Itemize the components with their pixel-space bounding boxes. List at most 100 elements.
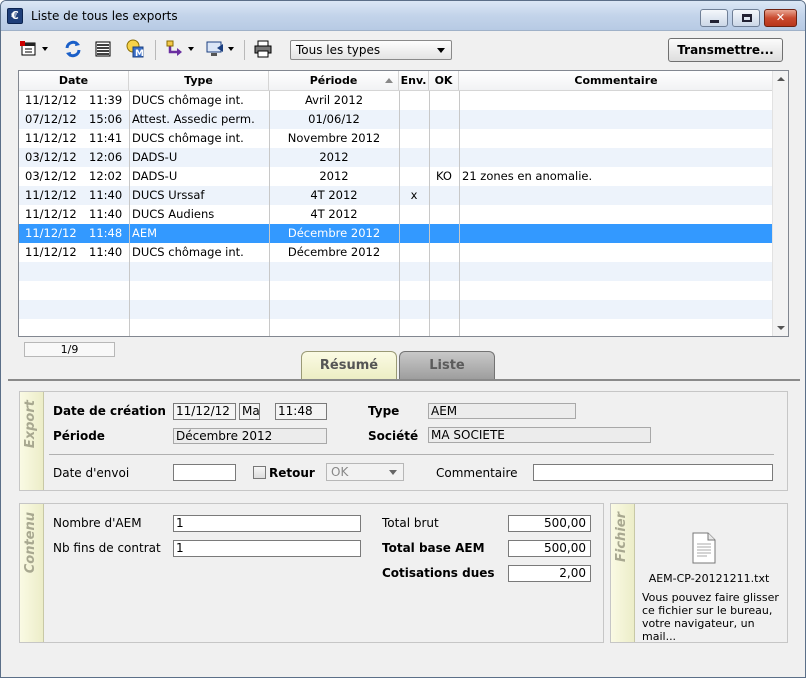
type-label: Type: [368, 404, 400, 418]
contributions-field: 2,00: [508, 565, 591, 582]
cell-ok: [429, 224, 459, 243]
transmit-button[interactable]: Transmettre...: [668, 38, 783, 62]
tab-list[interactable]: Liste: [399, 351, 495, 379]
return-checkbox[interactable]: [253, 466, 266, 479]
column-header-period[interactable]: Période: [269, 71, 399, 91]
cell-time: 11:40: [89, 188, 123, 202]
export-list-window: € Liste de tous les exports ✕ M Tous les…: [0, 0, 806, 678]
cell-env: [399, 110, 429, 129]
table-row[interactable]: 07/12/12 15:06 Attest. Assedic perm. 01/06/…: [19, 110, 773, 129]
monitor-icon: [206, 41, 223, 56]
badge-m-button[interactable]: M: [123, 37, 147, 61]
cell-comment: [462, 91, 772, 110]
cell-ok: [429, 148, 459, 167]
cell-time: 11:48: [89, 226, 123, 240]
column-header-type[interactable]: Type: [129, 71, 269, 91]
table-row[interactable]: 11/12/12 11:39 DUCS chômage int. Avril 2012: [19, 91, 773, 110]
comment-input[interactable]: [533, 464, 773, 481]
column-header-date[interactable]: Date: [19, 71, 129, 91]
table-row[interactable]: 11/12/12 11:40 DUCS Urssaf 4T 2012 x: [19, 186, 773, 205]
column-header-sent[interactable]: Env.: [399, 71, 429, 91]
cell-env: [399, 148, 429, 167]
list-view-button[interactable]: [91, 37, 115, 61]
close-icon: ✕: [775, 11, 786, 24]
period-field: Décembre 2012: [173, 428, 327, 444]
drag-hint: Vous pouvez faire glisser ce fichier sur…: [642, 591, 779, 643]
export-wizard-button[interactable]: [17, 37, 48, 61]
gross-total-label: Total brut: [382, 516, 439, 530]
cell-ok: [429, 110, 459, 129]
table-row: [19, 262, 773, 281]
cell-type: DUCS Urssaf: [132, 188, 205, 202]
table-row: [19, 319, 773, 336]
cell-env: [399, 243, 429, 262]
vertical-scrollbar[interactable]: [772, 71, 788, 336]
cell-comment: [462, 243, 772, 262]
aem-count-label: Nombre d'AEM: [53, 516, 142, 530]
cell-env: x: [410, 188, 418, 202]
scroll-down-icon[interactable]: [777, 326, 785, 330]
cell-period: 4T 2012: [310, 188, 358, 202]
table-row: [19, 281, 773, 300]
minimize-button[interactable]: [700, 9, 728, 27]
cell-period: 2012: [319, 150, 349, 164]
period-label: Période: [53, 429, 105, 443]
file-name[interactable]: AEM-CP-20121211.txt: [644, 572, 774, 585]
cell-ok: [429, 91, 459, 110]
cell-type: Attest. Assedic perm.: [132, 112, 255, 126]
cell-type: DADS-U: [132, 169, 178, 183]
creation-time-field: 11:48: [275, 403, 327, 420]
cell-ok: [429, 129, 459, 148]
refresh-icon: [65, 40, 81, 58]
gross-total-field: 500,00: [508, 515, 591, 532]
table-row[interactable]: 03/12/12 12:06 DADS-U 2012: [19, 148, 773, 167]
creation-date-field: 11/12/12: [173, 403, 236, 420]
printer-icon: [254, 40, 272, 58]
table-row[interactable]: 11/12/12 11:40 DUCS chômage int. Décembre 2…: [19, 243, 773, 262]
print-button[interactable]: [251, 37, 275, 61]
table-row[interactable]: 11/12/12 11:41 DUCS chômage int. Novembre 2…: [19, 129, 773, 148]
cell-env: [399, 91, 429, 110]
cell-type: DADS-U: [132, 150, 178, 164]
company-label: Société: [368, 429, 419, 443]
export-wizard-icon: [20, 41, 36, 56]
maximize-button[interactable]: [732, 9, 760, 27]
title-bar[interactable]: € Liste de tous les exports ✕: [1, 1, 805, 31]
type-field: AEM: [428, 403, 576, 419]
cell-comment: [462, 186, 772, 205]
cell-time: 12:06: [89, 150, 123, 164]
cell-time: 11:41: [89, 131, 123, 145]
cell-env: [399, 205, 429, 224]
window-title: Liste de tous les exports: [31, 9, 178, 23]
scroll-up-icon[interactable]: [777, 77, 785, 81]
cell-date: 11/12/12: [25, 207, 77, 221]
import-arrow-icon: [166, 40, 182, 56]
cell-period: Décembre 2012: [287, 226, 381, 240]
cell-comment: [462, 224, 772, 243]
column-header-comment[interactable]: Commentaire: [459, 71, 773, 91]
status-select[interactable]: OK: [326, 463, 404, 481]
type-filter-select[interactable]: Tous les types: [290, 40, 452, 60]
column-header-ok[interactable]: OK: [429, 71, 459, 91]
cell-period: Décembre 2012: [287, 245, 381, 259]
file-section-tab: Fichier: [611, 504, 635, 642]
return-label: Retour: [269, 466, 315, 480]
table-row[interactable]: 03/12/12 12:02 DADS-U 2012 KO 21 zones en ano…: [19, 167, 773, 186]
refresh-button[interactable]: [61, 37, 85, 61]
tab-summary[interactable]: Résumé: [301, 351, 397, 379]
cell-env: [399, 129, 429, 148]
table-row[interactable]: 11/12/12 11:40 DUCS Audiens 4T 2012: [19, 205, 773, 224]
chevron-down-icon: [437, 48, 445, 53]
send-date-input[interactable]: [173, 464, 236, 481]
cell-time: 12:02: [89, 169, 123, 183]
column-header-period-label: Période: [309, 74, 358, 87]
chevron-down-icon: [389, 470, 397, 475]
close-button[interactable]: ✕: [764, 9, 797, 27]
minimize-icon: [710, 20, 719, 23]
cell-type: AEM: [132, 226, 158, 240]
import-button[interactable]: [163, 37, 194, 61]
table-row[interactable]: 11/12/12 11:48 AEM Décembre 2012: [19, 224, 773, 243]
text-file-icon[interactable]: [691, 532, 717, 564]
cell-comment: [462, 205, 772, 224]
monitor-button[interactable]: [203, 37, 234, 61]
